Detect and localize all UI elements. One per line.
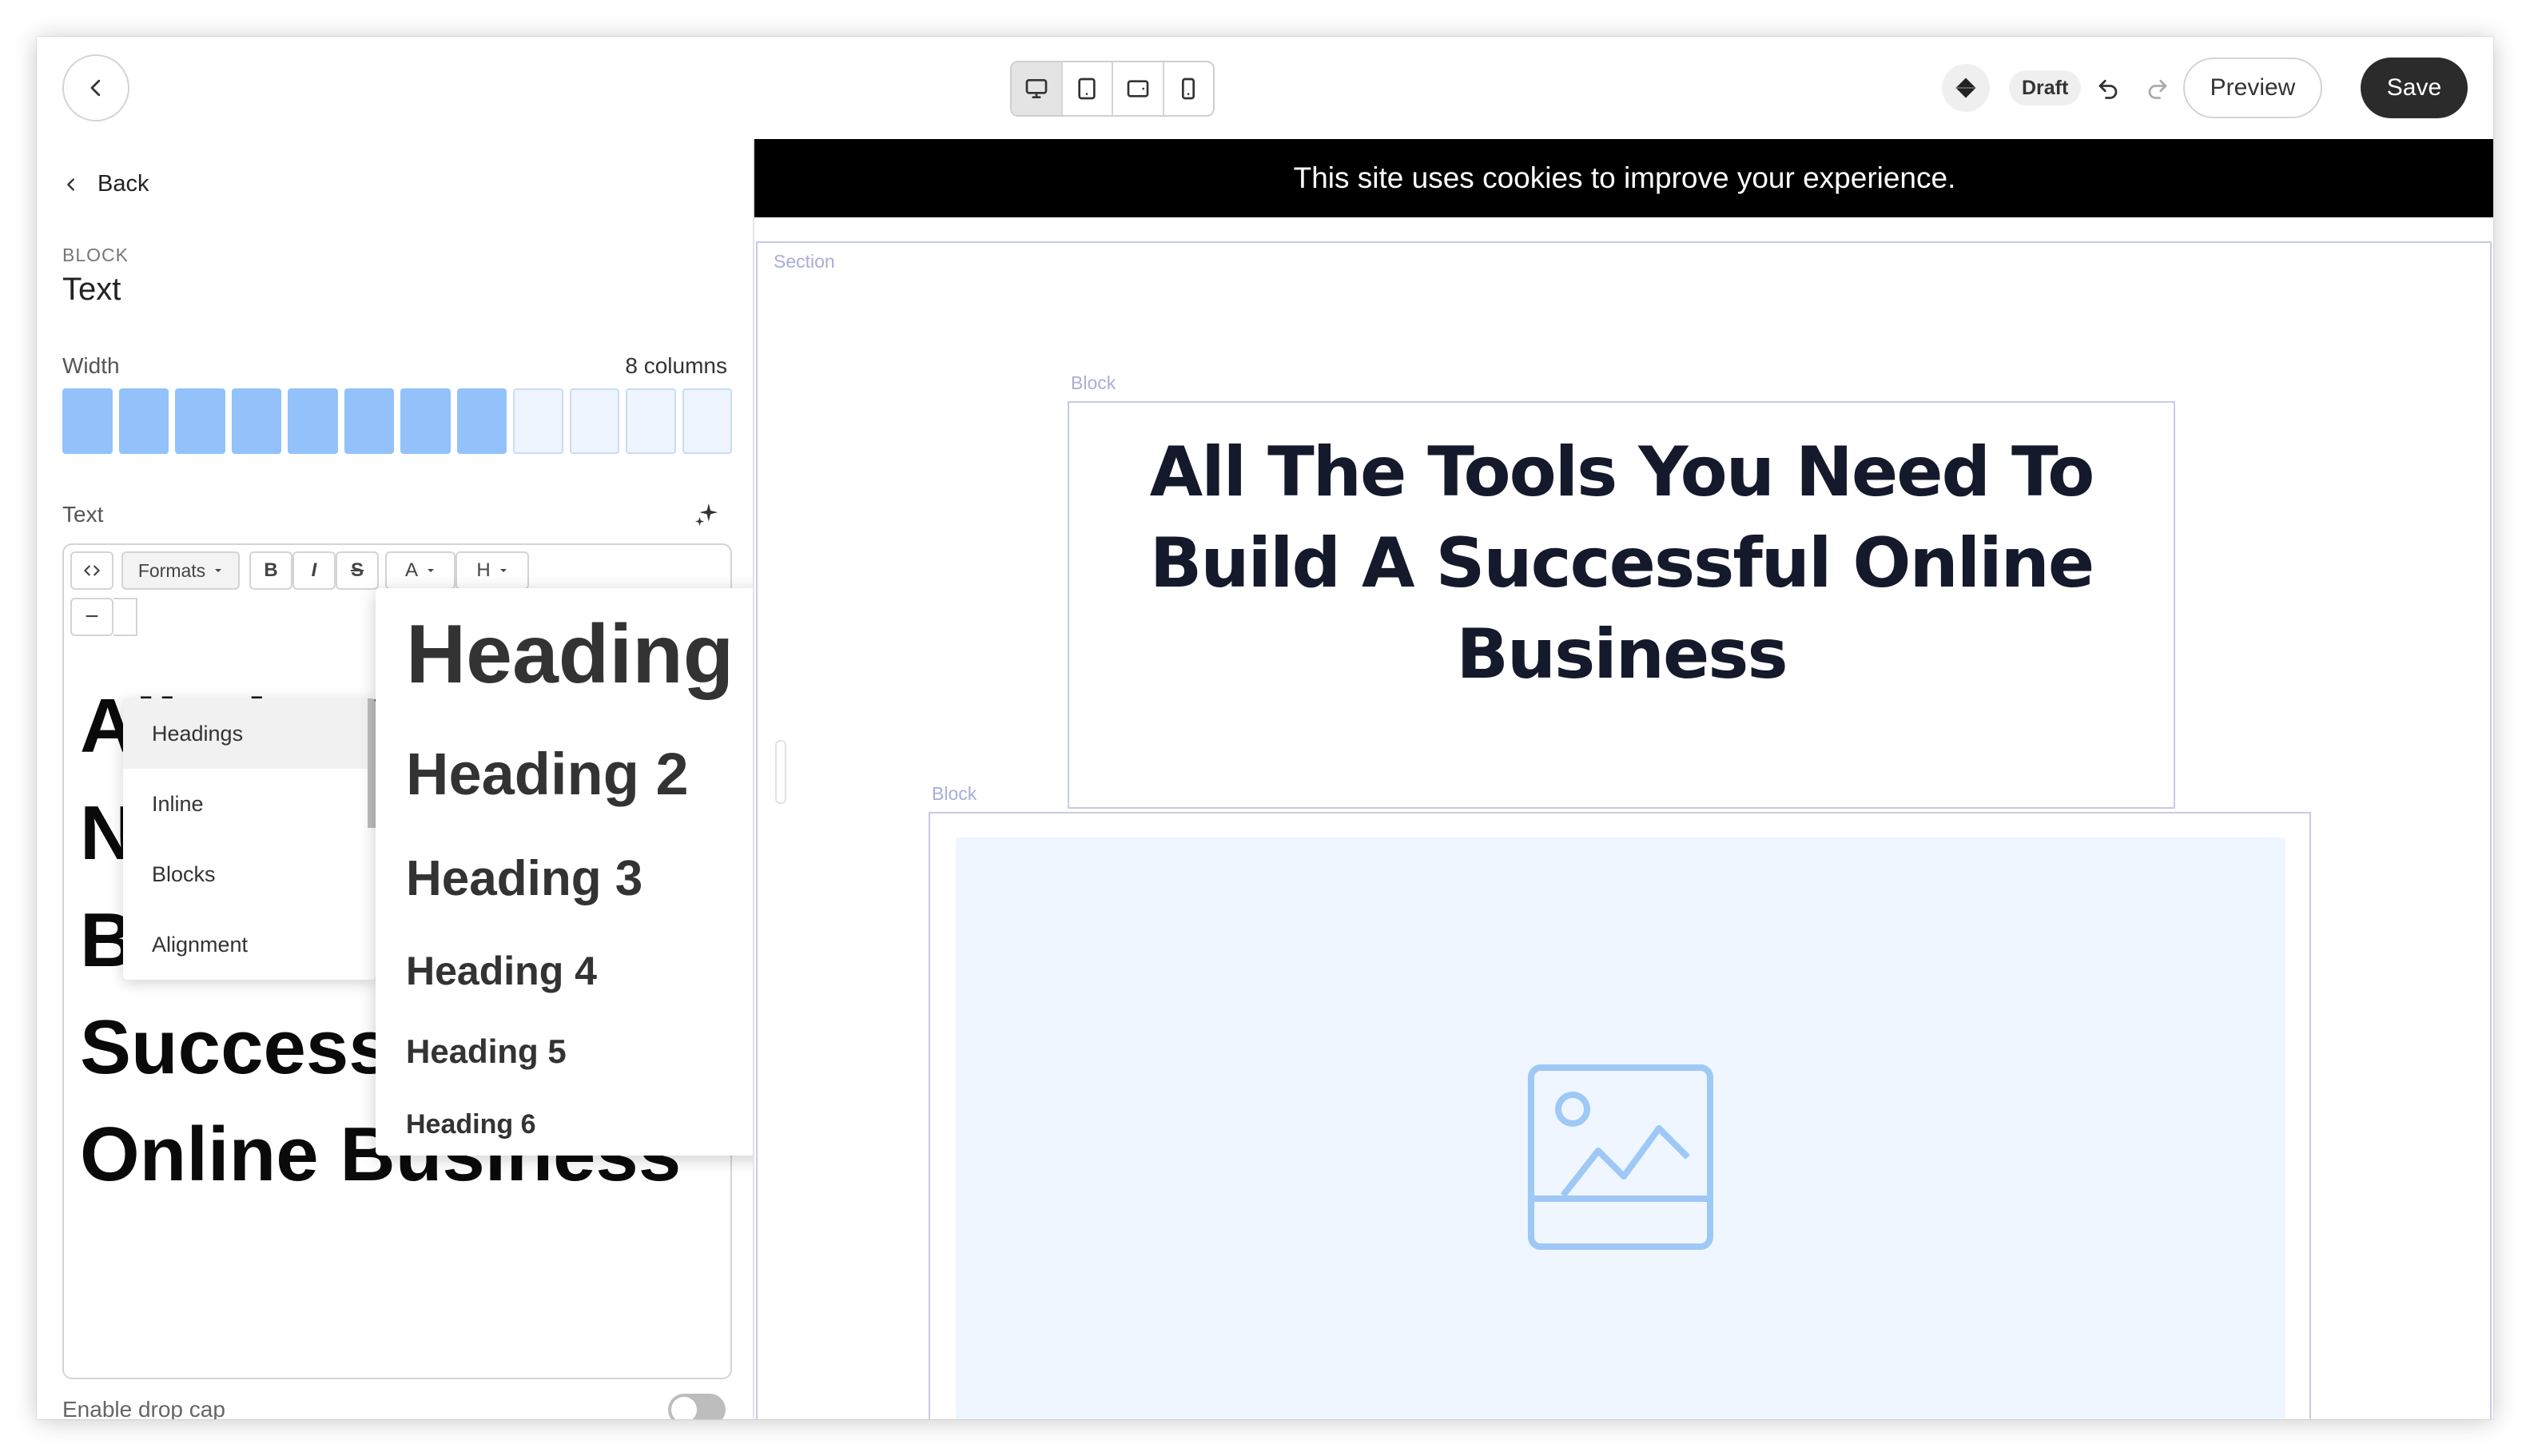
- source-code-button[interactable]: [70, 551, 113, 590]
- device-switcher: [1010, 61, 1215, 117]
- upgrade-button[interactable]: [1942, 64, 1990, 112]
- code-icon: [84, 565, 100, 576]
- strikethrough-button[interactable]: S: [336, 551, 379, 590]
- width-column-12[interactable]: [682, 388, 732, 454]
- width-column-10[interactable]: [569, 388, 619, 454]
- preview-button[interactable]: Preview: [2183, 58, 2322, 118]
- exit-button[interactable]: [62, 54, 129, 121]
- width-column-11[interactable]: [626, 388, 676, 454]
- font-color-label: A: [404, 559, 418, 581]
- tablet-icon: [1078, 78, 1096, 100]
- formats-menu-scrollbar[interactable]: [368, 698, 376, 828]
- sparkle-icon: [694, 503, 718, 527]
- formats-label: Formats: [137, 559, 206, 581]
- formats-item-alignment[interactable]: Alignment: [123, 909, 376, 980]
- width-column-8[interactable]: [456, 388, 507, 454]
- width-column-selector[interactable]: [62, 388, 732, 454]
- heading-dropdown[interactable]: H: [455, 551, 529, 590]
- image-block[interactable]: [929, 812, 2311, 1419]
- back-link[interactable]: Back: [62, 171, 149, 197]
- cookie-banner[interactable]: This site uses cookies to improve your e…: [754, 139, 2493, 217]
- width-column-7[interactable]: [400, 388, 451, 454]
- block-label: Block: [1071, 372, 1116, 393]
- formats-dropdown[interactable]: Formats: [121, 551, 240, 590]
- width-column-6[interactable]: [344, 388, 394, 454]
- horizontal-rule-button[interactable]: −: [70, 598, 113, 636]
- width-column-5[interactable]: [288, 388, 338, 454]
- status-badge: Draft: [2009, 70, 2082, 105]
- headings-submenu: Heading 1 Heading 2 Heading 3 Heading 4 …: [376, 588, 783, 1156]
- block-title: Text: [62, 272, 121, 307]
- section-label: Section: [774, 251, 835, 272]
- width-label: Width: [62, 353, 120, 378]
- image-placeholder-icon: [1528, 1064, 1713, 1250]
- heading-5-option[interactable]: Heading 5: [406, 1032, 567, 1071]
- formats-item-inline[interactable]: Inline: [123, 769, 376, 839]
- heading-6-option[interactable]: Heading 6: [406, 1109, 535, 1140]
- heading-2-option[interactable]: Heading 2: [406, 740, 689, 808]
- formats-item-headings[interactable]: Headings: [123, 698, 376, 769]
- page-canvas: This site uses cookies to improve your e…: [753, 139, 2493, 1419]
- ai-assist-button[interactable]: [689, 497, 724, 532]
- toolbar-button[interactable]: [113, 598, 137, 636]
- caret-down-icon: [428, 569, 434, 572]
- width-value: 8 columns: [625, 353, 727, 378]
- caret-down-icon: [215, 569, 222, 572]
- formats-item-blocks[interactable]: Blocks: [123, 839, 376, 909]
- editor-window: Draft Preview Save Back BLOCK Text Width…: [37, 37, 2493, 1419]
- hero-heading: All The Tools You Need To Build A Succes…: [1149, 432, 2095, 694]
- block-label: Block: [932, 783, 977, 804]
- formats-menu: Headings Inline Blocks Alignment: [123, 698, 376, 980]
- heading-1-option[interactable]: Heading 1: [406, 607, 783, 702]
- undo-icon: [2098, 79, 2118, 99]
- width-column-3[interactable]: [175, 388, 225, 454]
- chevron-left-icon: [90, 79, 101, 97]
- caret-down-icon: [499, 569, 507, 572]
- text-block[interactable]: All The Tools You Need To Build A Succes…: [1068, 401, 2175, 809]
- width-column-2[interactable]: [118, 388, 169, 454]
- width-column-4[interactable]: [231, 388, 281, 454]
- bold-button[interactable]: B: [249, 551, 292, 590]
- heading-label: H: [476, 559, 491, 581]
- drop-cap-label: Enable drop cap: [62, 1397, 225, 1419]
- tablet-landscape-icon: [1127, 80, 1149, 97]
- desktop-icon: [1025, 79, 1048, 98]
- font-color-dropdown[interactable]: A: [385, 551, 455, 590]
- block-type-caption: BLOCK: [62, 245, 129, 265]
- device-tablet-button[interactable]: [1063, 62, 1113, 115]
- undo-button[interactable]: [2089, 69, 2127, 107]
- device-tablet-landscape-button[interactable]: [1113, 62, 1164, 115]
- top-bar: Draft Preview Save: [37, 37, 2493, 139]
- save-button[interactable]: Save: [2361, 58, 2468, 118]
- drop-cap-toggle[interactable]: [668, 1394, 726, 1419]
- text-label: Text: [62, 502, 104, 527]
- panel-resize-handle[interactable]: [775, 740, 786, 804]
- chevron-left-icon: [67, 177, 74, 191]
- device-mobile-button[interactable]: [1164, 62, 1214, 115]
- redo-button[interactable]: [2138, 69, 2177, 107]
- width-column-9[interactable]: [513, 388, 563, 454]
- italic-button[interactable]: I: [292, 551, 336, 590]
- diamond-icon: [1955, 78, 1976, 98]
- heading-4-option[interactable]: Heading 4: [406, 948, 597, 994]
- width-column-1[interactable]: [62, 388, 113, 454]
- image-placeholder[interactable]: [956, 837, 2285, 1419]
- redo-icon: [2148, 79, 2167, 99]
- mobile-icon: [1182, 78, 1195, 100]
- back-label: Back: [97, 171, 149, 197]
- heading-3-option[interactable]: Heading 3: [406, 850, 642, 907]
- device-desktop-button[interactable]: [1012, 62, 1063, 115]
